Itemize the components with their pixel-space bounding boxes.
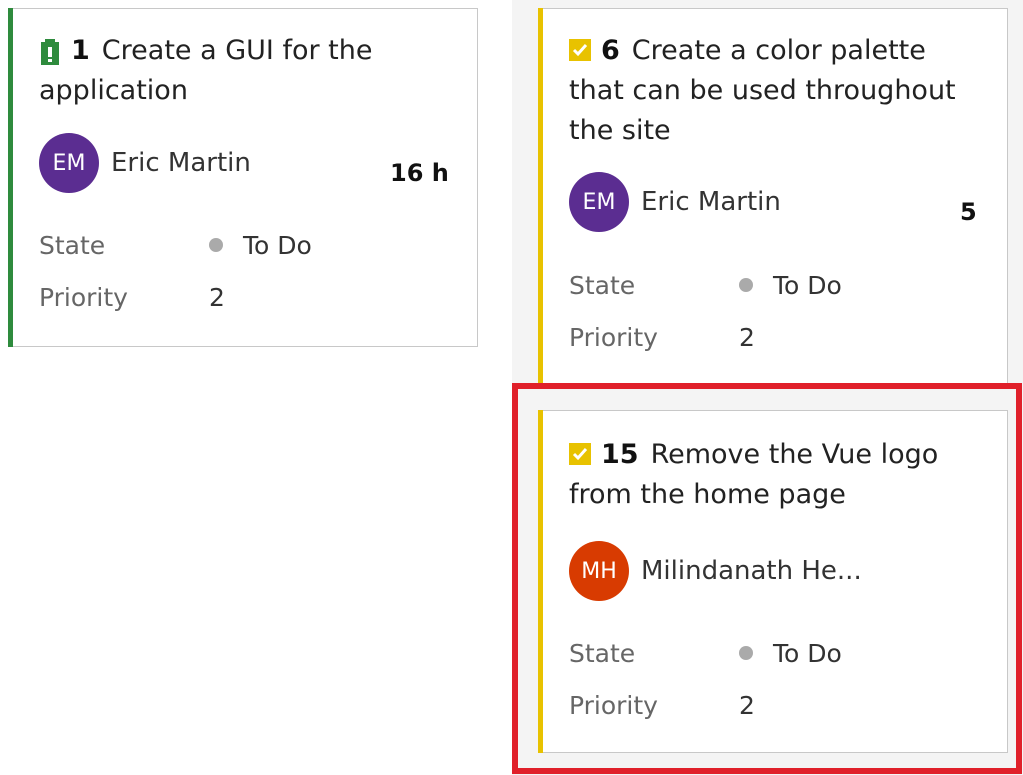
state-dot-icon bbox=[739, 278, 753, 292]
card-title[interactable]: 6 Create a color palette that can be used… bbox=[569, 31, 987, 151]
priority-field[interactable]: Priority 2 bbox=[569, 317, 755, 357]
card-accent-bar bbox=[538, 8, 543, 386]
remaining-work: 16 h bbox=[390, 159, 449, 187]
assignee-name: Eric Martin bbox=[111, 148, 251, 178]
remaining-work: 5 bbox=[960, 198, 977, 226]
avatar: EM bbox=[569, 172, 629, 232]
state-value-text: To Do bbox=[773, 270, 842, 300]
card-id: 1 bbox=[71, 35, 90, 66]
highlight-box bbox=[512, 383, 1022, 774]
state-field[interactable]: State To Do bbox=[569, 265, 842, 305]
assignee[interactable]: EM Eric Martin bbox=[569, 172, 781, 232]
card-title[interactable]: 1 Create a GUI for the application bbox=[39, 31, 457, 111]
state-label: State bbox=[39, 230, 106, 260]
priority-field[interactable]: Priority 2 bbox=[39, 277, 225, 317]
work-item-card-6[interactable]: 6 Create a color palette that can be used… bbox=[538, 8, 1008, 386]
card-id: 6 bbox=[601, 35, 620, 66]
priority-label: Priority bbox=[569, 322, 658, 352]
assignee[interactable]: EM Eric Martin bbox=[39, 133, 251, 193]
state-label: State bbox=[569, 270, 636, 300]
priority-value[interactable]: 2 bbox=[209, 283, 225, 312]
assignee-name: Eric Martin bbox=[641, 187, 781, 217]
priority-value[interactable]: 2 bbox=[739, 323, 755, 352]
card-accent-bar bbox=[8, 8, 13, 347]
state-value[interactable]: To Do bbox=[209, 231, 312, 260]
state-dot-icon bbox=[209, 238, 223, 252]
priority-label: Priority bbox=[39, 282, 128, 312]
card-title-text[interactable]: Create a color palette that can be used … bbox=[569, 35, 956, 146]
work-item-card-1[interactable]: 1 Create a GUI for the application EM Eri… bbox=[8, 8, 478, 347]
task-check-icon bbox=[569, 39, 591, 61]
user-story-icon bbox=[39, 39, 61, 65]
state-value-text: To Do bbox=[243, 230, 312, 260]
avatar: EM bbox=[39, 133, 99, 193]
state-value[interactable]: To Do bbox=[739, 271, 842, 300]
state-field[interactable]: State To Do bbox=[39, 225, 312, 265]
